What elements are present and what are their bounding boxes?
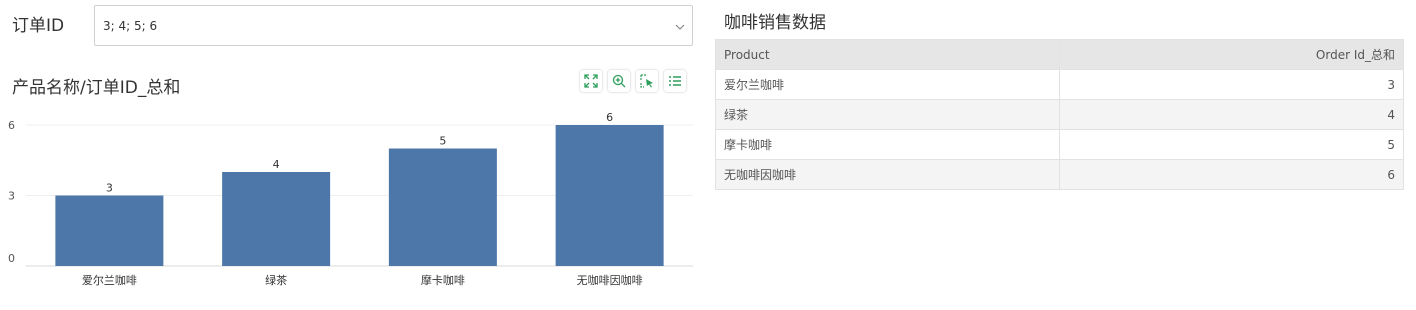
product-cell: 爱尔兰咖啡: [715, 69, 1060, 100]
bar[interactable]: [222, 172, 331, 266]
order-id-sum-cell: 3: [1059, 69, 1404, 100]
bar-chart: 0 3 6 3 爱尔兰咖啡 4 绿茶 5 摩卡咖啡 6 无咖啡因咖啡: [8, 111, 693, 287]
y-tick-label: 3: [8, 190, 15, 203]
select-icon: [640, 74, 653, 88]
order-id-sum-cell: 6: [1059, 159, 1404, 190]
bar-value-label: 4: [273, 158, 280, 171]
table-header-row: Product Order Id_总和: [715, 39, 1404, 70]
order-id-select-value: 3; 4; 5; 6: [103, 19, 158, 33]
column-header-order-id-sum[interactable]: Order Id_总和: [1059, 39, 1404, 70]
product-cell: 摩卡咖啡: [715, 129, 1060, 160]
x-tick-label: 无咖啡因咖啡: [577, 273, 643, 287]
bar[interactable]: [555, 125, 664, 266]
product-cell: 绿茶: [715, 99, 1060, 130]
zoom-in-icon: [612, 74, 626, 88]
bar[interactable]: [55, 195, 164, 267]
bar[interactable]: [388, 148, 497, 267]
product-cell: 无咖啡因咖啡: [715, 159, 1060, 190]
bar-value-label: 3: [106, 182, 113, 195]
table-row: 爱尔兰咖啡 3: [715, 69, 1404, 100]
zoom-in-button[interactable]: [608, 70, 630, 92]
select-button[interactable]: [636, 70, 658, 92]
chart-title: 产品名称/订单ID_总和: [12, 78, 181, 98]
table-row: 绿茶 4: [715, 99, 1404, 130]
chevron-down-icon[interactable]: [674, 21, 686, 33]
y-tick-label: 0: [8, 252, 15, 265]
order-id-sum-cell: 4: [1059, 99, 1404, 130]
order-id-sum-cell: 5: [1059, 129, 1404, 160]
order-id-select[interactable]: 3; 4; 5; 6: [94, 5, 693, 46]
sales-table: Product Order Id_总和 爱尔兰咖啡 3 绿茶 4 摩卡咖啡 5 …: [715, 39, 1404, 190]
table-row: 无咖啡因咖啡 6: [715, 159, 1404, 190]
x-tick-label: 绿茶: [265, 273, 287, 287]
bar-value-label: 6: [606, 111, 613, 124]
list-icon: [669, 76, 681, 86]
table-title: 咖啡销售数据: [724, 13, 826, 33]
bar-value-label: 5: [439, 135, 446, 148]
y-tick-label: 6: [8, 119, 15, 132]
list-button[interactable]: [664, 70, 686, 92]
filter-label: 订单ID: [12, 16, 65, 36]
table-row: 摩卡咖啡 5: [715, 129, 1404, 160]
x-tick-label: 摩卡咖啡: [421, 273, 465, 287]
x-tick-label: 爱尔兰咖啡: [82, 273, 137, 287]
expand-button[interactable]: [580, 70, 602, 92]
column-header-product[interactable]: Product: [715, 39, 1060, 70]
expand-icon: [584, 74, 598, 88]
